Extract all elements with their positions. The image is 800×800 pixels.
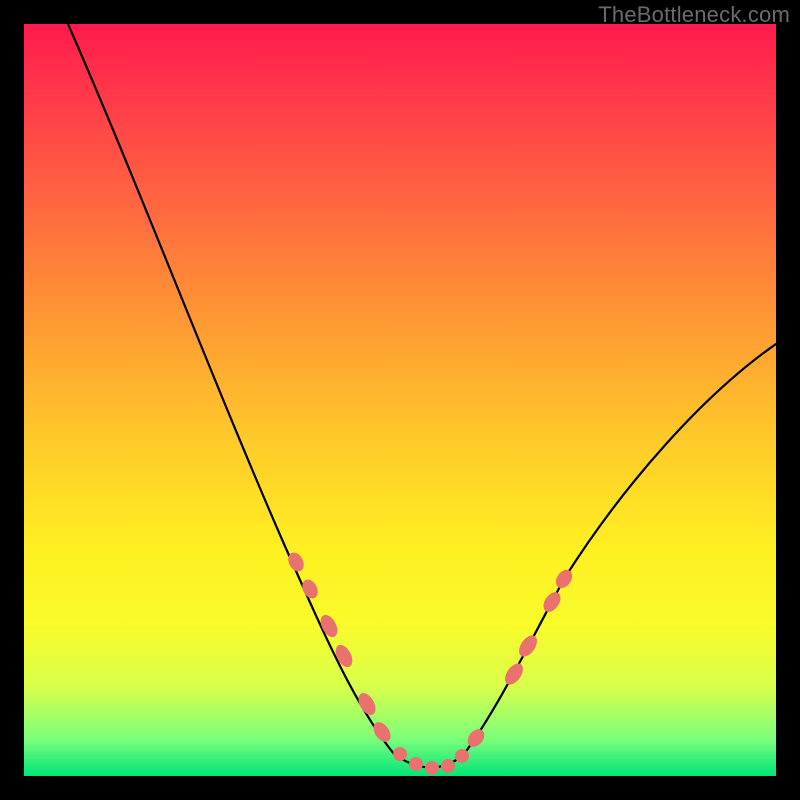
chart-plot-area xyxy=(24,24,776,776)
marker-dot xyxy=(553,567,576,591)
chart-svg xyxy=(24,24,776,776)
watermark-text: TheBottleneck.com xyxy=(598,2,790,28)
marker-dot xyxy=(455,749,469,763)
marker-dot xyxy=(370,719,394,745)
marker-dot xyxy=(409,757,423,771)
marker-group xyxy=(285,550,575,775)
marker-dot xyxy=(540,589,564,615)
marker-dot xyxy=(441,759,455,773)
marker-dot xyxy=(501,660,526,688)
marker-dot xyxy=(299,577,321,601)
marker-dot xyxy=(355,690,379,718)
marker-dot xyxy=(393,747,407,761)
marker-dot xyxy=(515,632,540,660)
marker-dot xyxy=(425,761,439,775)
marker-dot xyxy=(464,726,488,750)
bottleneck-curve xyxy=(68,24,776,768)
